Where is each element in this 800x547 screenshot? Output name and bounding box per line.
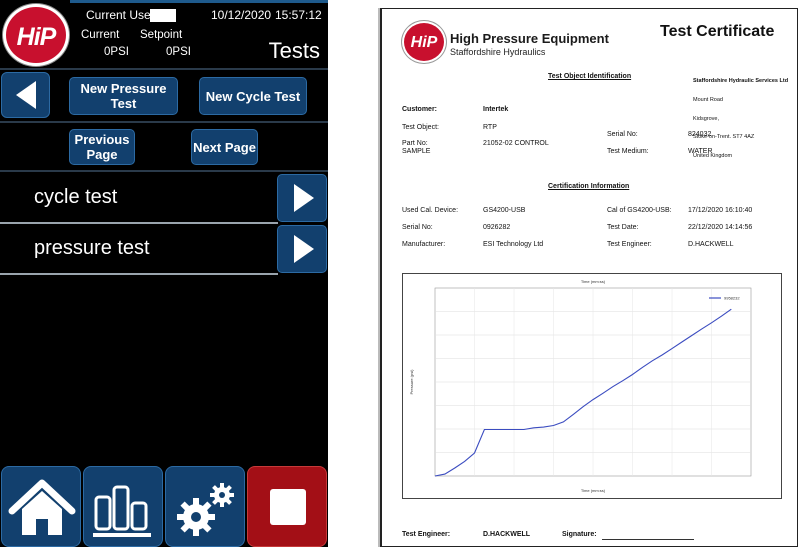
part-no-value: 21052-02 CONTROL (483, 140, 549, 147)
footer-signature-label: Signature: (562, 531, 597, 538)
footer-engineer-value: D.HACKWELL (483, 531, 531, 538)
date-display: 10/12/2020 (211, 8, 272, 22)
test-certificate: HiP High Pressure Equipment Staffordshir… (380, 8, 798, 547)
current-user-label: Current User (86, 8, 155, 22)
setpoint-value: 0PSI (166, 46, 191, 58)
hip-logo-text: HiP (16, 23, 57, 51)
open-test-button[interactable] (277, 225, 327, 273)
customer-value: Intertek (483, 106, 509, 113)
new-pressure-test-button[interactable]: New Pressure Test (69, 77, 178, 115)
toolbar-divider (0, 121, 328, 123)
hmi-screen: HiP Current User 10/12/2020 15:57:12 Cur… (0, 0, 328, 547)
cal-of-value: 17/12/2020 16:10:40 (688, 207, 753, 214)
chart-icon (93, 485, 151, 537)
footer-engineer-label: Test Engineer: (402, 531, 451, 538)
test-date-label: Test Date: (607, 224, 639, 231)
new-cycle-test-button[interactable]: New Cycle Test (199, 77, 307, 115)
top-axis-title: Time (mm:ss) (581, 279, 606, 284)
stop-button[interactable] (247, 466, 327, 547)
stop-icon (270, 489, 306, 525)
manufacturer-label: Manufacturer: (402, 241, 446, 248)
cal-device-label: Used Cal. Device: (402, 207, 459, 214)
time-display: 15:57:12 (275, 8, 322, 22)
test-list-item[interactable]: pressure test (0, 225, 328, 275)
paging-divider (0, 170, 328, 172)
screenshot-composite: HiP Current User 10/12/2020 15:57:12 Cur… (0, 0, 800, 547)
company-subtitle: Staffordshire Hydraulics (450, 47, 546, 57)
test-medium-label: Test Medium: (607, 148, 649, 155)
test-object-label: Test Object: (402, 124, 439, 131)
header-accent-line (70, 0, 328, 3)
arrow-right-icon (294, 184, 314, 212)
settings-icon (177, 483, 234, 536)
address-line: Mount Road (693, 97, 723, 104)
serial-no-value: 824032 (688, 131, 712, 138)
address-line: Kidsgrove, (693, 115, 719, 122)
back-button[interactable] (1, 72, 50, 118)
customer-label: Customer: (402, 106, 438, 113)
next-page-button[interactable]: Next Page (191, 129, 258, 165)
part-no-label: Part No: (402, 140, 428, 147)
part-no-sub: SAMPLE (402, 148, 431, 155)
address-line: Staffordshire Hydraulic Services Ltd (693, 78, 789, 85)
pressure-chart: Time (mm:ss) Time (mm:ss) Pressure (psi) 99… (402, 273, 782, 499)
settings-button[interactable] (165, 466, 245, 547)
test-name: cycle test (34, 186, 118, 208)
signature-line (602, 539, 694, 540)
section-identification: Test Object Identification (548, 73, 632, 80)
pressure-chart-svg: Time (mm:ss) Time (mm:ss) Pressure (psi) 99… (409, 279, 752, 493)
test-object-value: RTP (483, 124, 497, 131)
cal-device-value: GS4200-USB (483, 207, 526, 214)
cal-of-label: Cal of GS4200-USB: (607, 207, 672, 214)
certificate-title: Test Certificate (660, 23, 775, 40)
x-axis-title: Time (mm:ss) (581, 488, 606, 493)
results-button[interactable] (83, 466, 163, 547)
cal-serial-value: 0926282 (483, 224, 511, 231)
legend-label: 9958232 (724, 296, 740, 301)
row-divider (0, 273, 278, 275)
home-icon (8, 479, 76, 535)
previous-page-button[interactable]: Previous Page (69, 129, 135, 165)
section-certification: Certification Information (548, 183, 630, 190)
test-date-value: 22/12/2020 14:14:56 (688, 224, 753, 231)
test-name: pressure test (34, 237, 150, 259)
row-divider (0, 222, 278, 224)
test-medium-value: WATER (688, 148, 713, 155)
company-name: High Pressure Equipment (450, 31, 609, 46)
cal-serial-label: Serial No: (402, 224, 433, 231)
arrow-right-icon (294, 235, 314, 263)
setpoint-label: Setpoint (140, 29, 183, 41)
y-axis-title: Pressure (psi) (409, 369, 414, 395)
header-divider (0, 68, 328, 70)
serial-no-label: Serial No: (607, 131, 638, 138)
certificate-logo: HiP (402, 21, 446, 63)
hip-logo: HiP (3, 4, 69, 66)
arrow-left-icon (15, 81, 36, 109)
test-list-item[interactable]: cycle test (0, 174, 328, 224)
current-label: Current (81, 29, 120, 41)
test-engineer-value: D.HACKWELL (688, 241, 734, 248)
current-value: 0PSI (104, 46, 129, 58)
open-test-button[interactable] (277, 174, 327, 222)
current-user-value[interactable] (150, 9, 176, 22)
manufacturer-value: ESI Technology Ltd (483, 241, 544, 248)
certificate-logo-text: HiP (410, 34, 438, 51)
screen-title: Tests (268, 38, 320, 63)
test-engineer-label: Test Engineer: (607, 241, 652, 248)
company-address: Staffordshire Hydraulic Services Ltd Mou… (693, 66, 788, 171)
home-button[interactable] (1, 466, 81, 547)
